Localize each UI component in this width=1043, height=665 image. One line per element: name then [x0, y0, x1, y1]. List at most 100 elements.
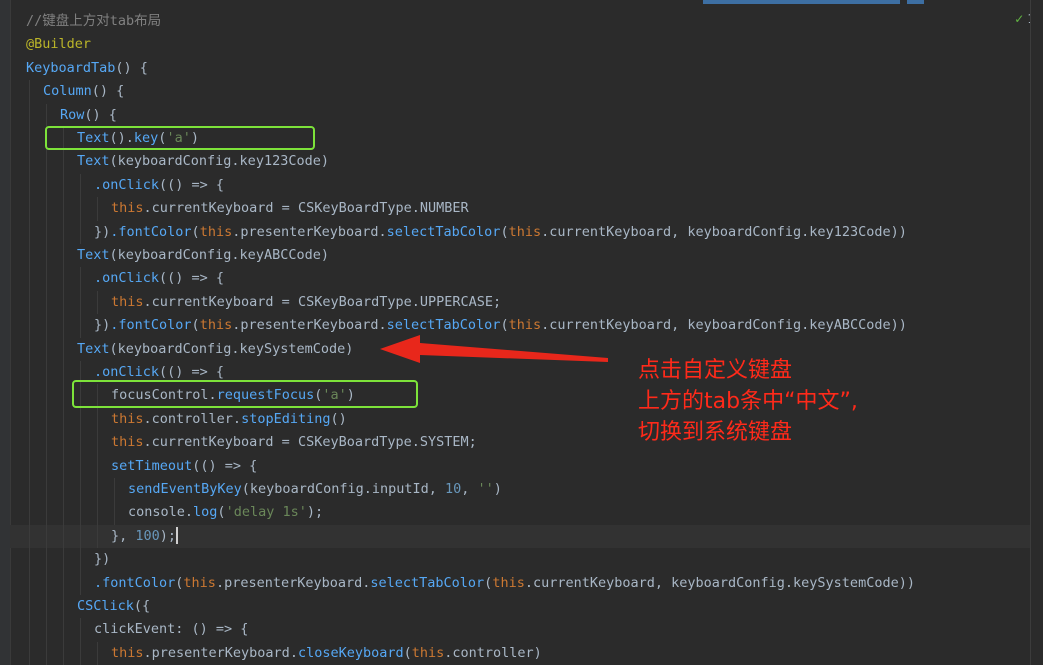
indent-guide — [29, 548, 30, 572]
indent-guide — [46, 337, 47, 361]
indent-guide — [97, 501, 98, 525]
code-token: Column — [43, 83, 92, 100]
code-line-content: Text(keyboardConfig.keyABCCode) — [77, 244, 329, 267]
indent-guide — [80, 173, 81, 198]
code-line[interactable]: }) — [10, 548, 1030, 572]
code-line[interactable]: //键盘上方对tab布局 — [10, 10, 1030, 33]
code-token: }) — [94, 551, 111, 568]
code-token: .controller) — [444, 644, 542, 661]
code-line[interactable]: Text(keyboardConfig.keyABCCode) — [10, 244, 1030, 268]
indent-guide — [46, 595, 47, 619]
code-token: CSClick — [77, 598, 134, 614]
indent-guide — [29, 407, 30, 432]
highlight-box-text-key — [45, 126, 315, 150]
code-line[interactable]: setTimeout(() => { — [10, 454, 1030, 478]
indent-guide — [114, 501, 115, 525]
indent-guide — [46, 571, 47, 595]
code-line[interactable]: }).fontColor(this.presenterKeyboard.sele… — [10, 314, 1030, 338]
indent-guide — [97, 454, 98, 478]
code-token: .presenterKeyboard. — [232, 317, 387, 334]
code-line[interactable]: }).fontColor(this.presenterKeyboard.sele… — [10, 220, 1030, 244]
code-token: clickEvent: () => { — [94, 621, 249, 638]
indent-guide — [80, 220, 81, 244]
indent-guide — [29, 641, 30, 665]
code-token: 'delay 1s' — [225, 504, 307, 521]
indent-guide — [80, 571, 81, 595]
code-token: stopEditing — [241, 410, 331, 427]
indent-guide — [80, 267, 81, 291]
indent-guide — [29, 361, 30, 385]
code-token: (keyboardConfig.keySystemCode) — [109, 340, 354, 357]
code-token: this — [492, 574, 525, 591]
code-line[interactable]: console.log('delay 1s'); — [10, 501, 1030, 525]
code-token: , — [461, 481, 478, 497]
code-token: .currentKeyboard = CSKeyBoardType.UPPERC… — [143, 293, 502, 310]
indent-guide — [63, 150, 64, 174]
code-token: this — [199, 317, 233, 334]
indent-guide — [63, 524, 64, 549]
code-line[interactable]: Text(keyboardConfig.key123Code) — [10, 150, 1030, 174]
code-line[interactable]: @Builder — [10, 33, 1030, 56]
code-line-content: this.currentKeyboard = CSKeyBoardType.SY… — [111, 431, 477, 454]
highlight-box-request-focus — [72, 380, 418, 408]
code-token: ( — [191, 317, 200, 334]
code-line[interactable]: Text(keyboardConfig.keySystemCode) — [10, 337, 1030, 361]
code-line[interactable]: }, 100); — [10, 524, 1030, 549]
code-line-content: sendEventByKey(keyboardConfig.inputId, 1… — [128, 478, 502, 501]
code-line-content: this.controller.stopEditing() — [111, 408, 347, 431]
indent-guide — [80, 290, 81, 315]
code-token: Text — [77, 340, 110, 357]
code-line[interactable]: this.controller.stopEditing() — [10, 407, 1030, 432]
code-token: console. — [128, 504, 194, 521]
code-line[interactable]: .fontColor(this.presenterKeyboard.select… — [10, 571, 1030, 595]
code-line[interactable]: this.currentKeyboard = CSKeyBoardType.SY… — [10, 431, 1030, 455]
indent-guide — [63, 641, 64, 665]
code-token: .currentKeyboard = CSKeyBoardType.SYSTEM… — [143, 434, 477, 451]
code-line[interactable]: Column() { — [10, 80, 1030, 104]
indent-guide — [63, 431, 64, 455]
code-line[interactable]: clickEvent: () => { — [10, 618, 1030, 642]
indent-guide — [63, 267, 64, 291]
code-token: ( — [191, 223, 200, 240]
code-editor[interactable]: //键盘上方对tab布局 @Builder KeyboardTab() {Colum… — [0, 0, 1043, 665]
indent-guide — [46, 361, 47, 385]
code-token: log — [193, 504, 218, 521]
indent-guide — [80, 548, 81, 572]
code-line[interactable]: KeyboardTab() { — [10, 57, 1030, 80]
indent-guide — [29, 618, 30, 642]
indent-guide — [46, 384, 47, 408]
code-line-content: .fontColor(this.presenterKeyboard.select… — [94, 572, 915, 595]
code-token: this — [411, 644, 445, 661]
code-token: this — [508, 223, 542, 240]
code-line[interactable]: CSClick({ — [10, 595, 1030, 619]
code-token: ( — [500, 317, 509, 334]
code-line[interactable]: sendEventByKey(keyboardConfig.inputId, 1… — [10, 478, 1030, 502]
indent-guide — [80, 641, 81, 665]
code-line[interactable]: this.presenterKeyboard.closeKeyboard(thi… — [10, 641, 1030, 665]
code-line-content: .onClick(() => { — [94, 267, 224, 290]
code-line[interactable]: Row() { — [10, 103, 1030, 127]
code-line[interactable]: .onClick(() => { — [10, 267, 1030, 291]
indent-guide — [29, 314, 30, 338]
code-line[interactable]: .onClick(() => { — [10, 173, 1030, 198]
code-line[interactable]: this.currentKeyboard = CSKeyBoardType.NU… — [10, 197, 1030, 221]
code-line[interactable]: this.currentKeyboard = CSKeyBoardType.UP… — [10, 290, 1030, 315]
code-token: .onClick — [94, 364, 160, 380]
code-token: ( — [500, 223, 509, 240]
annotation-text: 点击自定义键盘 上方的tab条中“中文”, 切换到系统键盘 — [638, 355, 858, 448]
code-token: .presenterKeyboard. — [215, 574, 371, 591]
code-token: () — [330, 410, 347, 427]
code-token: () { — [115, 59, 148, 76]
annotation-line-2: 上方的tab条中“中文”, — [638, 389, 858, 414]
code-line-content: .onClick(() => { — [94, 174, 224, 197]
code-token: @Builder — [26, 36, 92, 53]
indent-guide — [46, 478, 47, 502]
vertical-scrollbar[interactable] — [1030, 0, 1043, 665]
code-token: ); — [306, 504, 324, 521]
code-token: closeKeyboard — [297, 644, 404, 661]
code-token: .controller. — [143, 410, 242, 427]
indent-guide — [29, 384, 30, 408]
code-area[interactable]: //键盘上方对tab布局 @Builder KeyboardTab() {Colum… — [10, 0, 1030, 665]
indent-guide — [29, 290, 30, 315]
indent-guide — [29, 244, 30, 268]
